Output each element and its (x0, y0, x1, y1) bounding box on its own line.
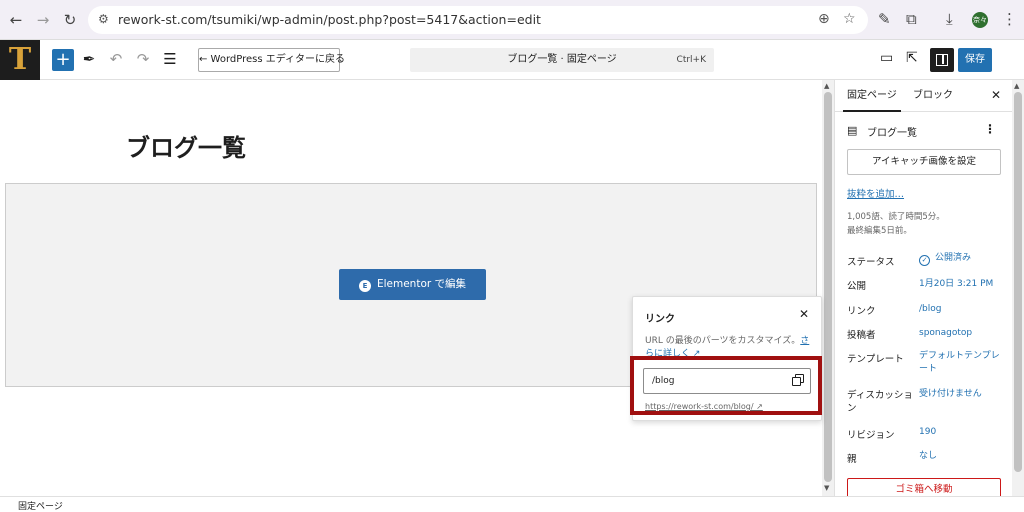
undo-icon[interactable]: ↶ (107, 50, 125, 68)
site-logo[interactable]: T (0, 40, 40, 80)
revisions-value[interactable]: 190 (919, 426, 936, 439)
revisions-label: リビジョン (847, 430, 895, 441)
close-icon[interactable]: ✕ (991, 88, 1001, 102)
command-shortcut: Ctrl+K (676, 55, 706, 65)
view-desktop-icon[interactable]: ▭ (880, 50, 893, 66)
browser-menu-icon[interactable]: ⋮ (1002, 10, 1017, 28)
link-label: リンク (847, 306, 876, 317)
link-help-label: URL の最後のパーツをカスタマイズ。 (645, 336, 801, 346)
browser-toolbar: ← → ↻ ⚙ rework-st.com/tsumiki/wp-admin/p… (0, 0, 1024, 40)
elementor-icon: E (358, 280, 371, 292)
author-label: 投稿者 (847, 330, 876, 341)
scroll-down-icon[interactable]: ▼ (824, 484, 829, 492)
zoom-icon[interactable]: ⊕ (818, 11, 830, 27)
word-count-text: 1,005語、読了時間5分。 (847, 212, 945, 222)
close-icon[interactable]: ✕ (799, 307, 809, 321)
settings-sidebar-toggle[interactable] (930, 48, 954, 72)
published-check-icon: ✓ (919, 255, 930, 266)
forward-arrow-icon[interactable]: → (33, 10, 53, 30)
publish-label: 公開 (847, 281, 867, 292)
canvas-scrollbar[interactable]: ▲ ▼ (822, 80, 834, 496)
editor-footer: 固定ページ (0, 496, 1024, 512)
discussion-value[interactable]: 受け付けません (919, 388, 982, 401)
set-featured-image-button[interactable]: アイキャッチ画像を設定 (847, 149, 1001, 175)
last-edited-text: 最終編集5日前。 (847, 226, 912, 236)
profile-avatar[interactable]: 奈々 (972, 12, 988, 28)
download-icon[interactable]: ⤓ (946, 10, 953, 28)
add-block-button[interactable]: + (52, 49, 74, 71)
sidebar-scrollbar[interactable]: ▲ (1012, 80, 1024, 496)
external-preview-icon[interactable]: ⇱ (906, 50, 918, 66)
status-label: ステータス (847, 257, 895, 268)
tab-page[interactable]: 固定ページ (843, 80, 901, 112)
status-value-text: 公開済み (935, 253, 972, 263)
editor-canvas: ブログ一覧 E Elementor で編集 (0, 80, 822, 496)
parent-label: 親 (847, 454, 857, 465)
editor-header: T + ✒ ↶ ↷ ☰ ← WordPress エディターに戻る ブログ一覧 ·… (0, 40, 1024, 80)
link-value[interactable]: /blog (919, 303, 941, 316)
command-title: ブログ一覧 · 固定ページ (507, 54, 617, 65)
parent-value[interactable]: なし (919, 450, 937, 463)
scroll-up-icon[interactable]: ▲ (1014, 82, 1019, 90)
save-button[interactable]: 保存 (958, 48, 992, 72)
address-bar[interactable]: ⚙ rework-st.com/tsumiki/wp-admin/post.ph… (88, 6, 868, 34)
url-text[interactable]: rework-st.com/tsumiki/wp-admin/post.php?… (118, 12, 541, 27)
footer-breadcrumb[interactable]: 固定ページ (18, 499, 63, 512)
sidebar-tabs: 固定ページ ブロック ✕ (835, 80, 1013, 112)
template-label: テンプレート (847, 354, 904, 365)
site-info-icon[interactable]: ⚙ (98, 12, 109, 26)
page-title[interactable]: ブログ一覧 (126, 128, 246, 163)
sidebar-scroll-thumb[interactable] (1014, 92, 1022, 472)
canvas-scroll-thumb[interactable] (824, 92, 832, 482)
back-to-wp-editor-button[interactable]: ← WordPress エディターに戻る (198, 48, 345, 72)
tools-pen-icon[interactable]: ✒ (80, 50, 98, 68)
extensions-puzzle-icon[interactable]: ⧉ (906, 10, 917, 28)
back-arrow-icon[interactable]: ← (6, 10, 26, 30)
tab-block[interactable]: ブロック (913, 80, 953, 112)
edit-with-elementor-button[interactable]: E Elementor で編集 (339, 269, 486, 300)
reload-icon[interactable]: ↻ (60, 10, 80, 30)
template-value[interactable]: デフォルトテンプレート (919, 350, 1005, 376)
document-title: ブログ一覧 (867, 128, 917, 139)
settings-sidebar: 固定ページ ブロック ✕ ▤ ブログ一覧 ⋮ アイキャッチ画像を設定 抜粋を追加… (834, 80, 1013, 502)
edit-with-elementor-label: Elementor で編集 (376, 278, 467, 290)
link-popover-title: リンク (645, 314, 675, 325)
extension-pen-icon[interactable]: ✎ (878, 10, 891, 28)
document-overview-icon[interactable]: ☰ (161, 50, 179, 68)
publish-date-value[interactable]: 1月20日 3:21 PM (919, 278, 993, 291)
status-value[interactable]: ✓ 公開済み (919, 252, 971, 266)
redo-icon[interactable]: ↷ (134, 50, 152, 68)
scroll-up-icon[interactable]: ▲ (824, 82, 829, 90)
bookmark-star-icon[interactable]: ☆ (843, 11, 856, 27)
command-palette-bar[interactable]: ブログ一覧 · 固定ページ Ctrl+K (410, 48, 714, 72)
more-options-icon[interactable]: ⋮ (984, 122, 996, 136)
word-count-info: 1,005語、読了時間5分。 最終編集5日前。 (847, 210, 1007, 238)
add-excerpt-link[interactable]: 抜粋を追加… (847, 186, 904, 200)
author-value[interactable]: sponagotop (919, 327, 972, 340)
page-document-icon: ▤ (847, 124, 858, 137)
sidebar-icon (936, 54, 948, 66)
discussion-label: ディスカッション (847, 390, 913, 414)
highlight-annotation-box (630, 356, 822, 415)
